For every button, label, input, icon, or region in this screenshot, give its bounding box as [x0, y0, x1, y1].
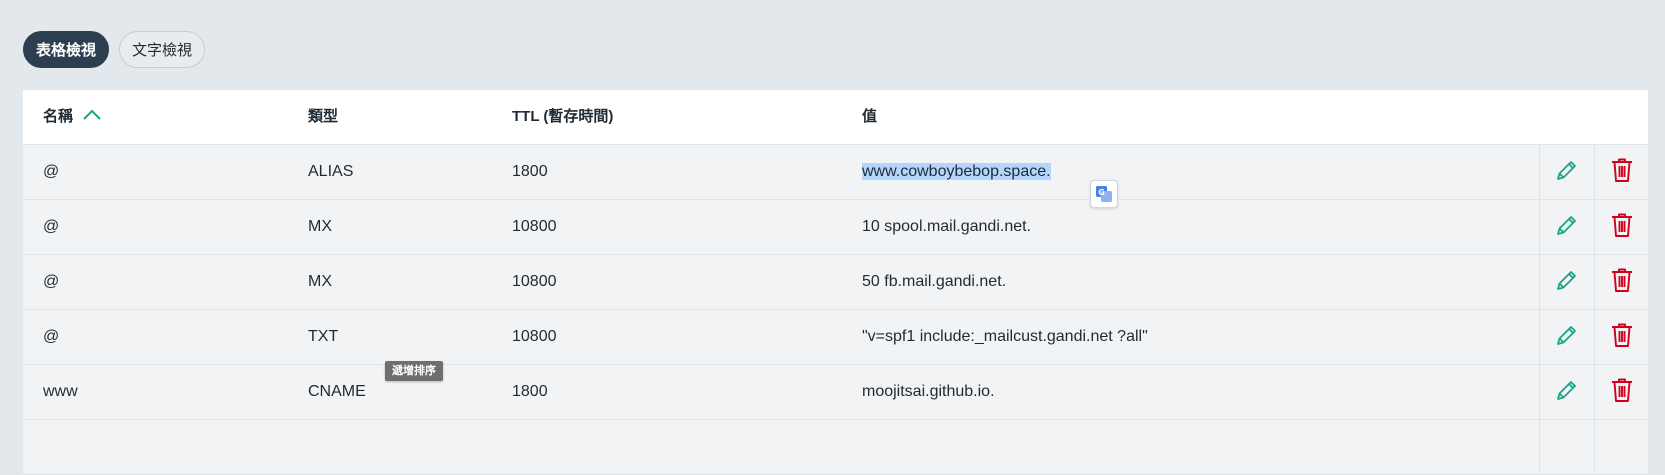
- sort-tooltip: 遞增排序: [385, 361, 443, 381]
- edit-button[interactable]: [1539, 145, 1594, 199]
- selected-text: www.cowboybebop.space.: [862, 163, 1051, 180]
- record-ttl: 10800: [512, 273, 557, 290]
- record-type: CNAME: [308, 383, 366, 400]
- record-ttl: 1800: [512, 383, 548, 400]
- edit-button[interactable]: [1539, 200, 1594, 254]
- delete-button[interactable]: [1594, 255, 1649, 309]
- table-row: [23, 420, 1648, 475]
- column-header-value[interactable]: 值: [862, 90, 877, 144]
- trash-icon: [1610, 377, 1634, 408]
- text-view-button[interactable]: 文字檢視: [119, 31, 206, 68]
- record-ttl: 10800: [512, 328, 557, 345]
- column-header-ttl[interactable]: TTL (暫存時間): [512, 90, 613, 144]
- view-toggle: 表格檢視 文字檢視: [23, 31, 206, 68]
- table-row: www CNAME 1800 moojitsai.github.io.: [23, 365, 1648, 420]
- record-type: MX: [308, 218, 332, 235]
- chevron-up-icon[interactable]: [83, 89, 101, 143]
- google-translate-icon[interactable]: G: [1090, 180, 1118, 208]
- record-value: moojitsai.github.io.: [862, 383, 995, 400]
- delete-button[interactable]: [1594, 310, 1649, 364]
- table-row: @ MX 10800 50 fb.mail.gandi.net.: [23, 255, 1648, 310]
- record-ttl: 10800: [512, 218, 557, 235]
- pencil-icon: [1555, 268, 1579, 297]
- record-type: MX: [308, 273, 332, 290]
- trash-icon: [1610, 212, 1634, 243]
- edit-button[interactable]: [1539, 310, 1594, 364]
- record-name: @: [43, 328, 60, 345]
- pencil-icon: [1555, 378, 1579, 407]
- delete-button[interactable]: [1594, 145, 1649, 199]
- record-name: @: [43, 218, 60, 235]
- trash-icon: [1610, 157, 1634, 188]
- pencil-icon: [1555, 213, 1579, 242]
- table-header: 名稱 類型 TTL (暫存時間) 值: [23, 90, 1648, 145]
- table-row: @ ALIAS 1800 www.cowboybebop.space.: [23, 145, 1648, 200]
- record-value: www.cowboybebop.space.: [862, 145, 1051, 199]
- record-name: www: [43, 383, 78, 400]
- svg-text:G: G: [1098, 188, 1105, 197]
- record-name: @: [43, 163, 60, 180]
- record-value: 10 spool.mail.gandi.net.: [862, 218, 1031, 235]
- record-value: "v=spf1 include:_mailcust.gandi.net ?all…: [862, 328, 1148, 345]
- column-header-type[interactable]: 類型: [308, 90, 338, 144]
- record-type: ALIAS: [308, 163, 354, 180]
- dns-records-table: 名稱 類型 TTL (暫存時間) 值 @ ALIAS 1800 www.cowb…: [23, 90, 1648, 475]
- pencil-icon: [1555, 323, 1579, 352]
- record-value: 50 fb.mail.gandi.net.: [862, 273, 1007, 290]
- edit-button[interactable]: [1539, 255, 1594, 309]
- trash-icon: [1610, 267, 1634, 298]
- record-type: TXT: [308, 328, 339, 345]
- delete-button[interactable]: [1594, 420, 1649, 474]
- table-row: @ MX 10800 10 spool.mail.gandi.net.: [23, 200, 1648, 255]
- pencil-icon: [1555, 158, 1579, 187]
- column-header-name[interactable]: 名稱: [43, 90, 101, 144]
- record-ttl: 1800: [512, 163, 548, 180]
- column-header-name-label: 名稱: [43, 108, 74, 125]
- record-name: @: [43, 273, 60, 290]
- delete-button[interactable]: [1594, 365, 1649, 419]
- delete-button[interactable]: [1594, 200, 1649, 254]
- trash-icon: [1610, 322, 1634, 353]
- edit-button[interactable]: [1539, 420, 1594, 474]
- edit-button[interactable]: [1539, 365, 1594, 419]
- table-row: @ TXT 10800 "v=spf1 include:_mailcust.ga…: [23, 310, 1648, 365]
- table-view-button[interactable]: 表格檢視: [23, 31, 110, 68]
